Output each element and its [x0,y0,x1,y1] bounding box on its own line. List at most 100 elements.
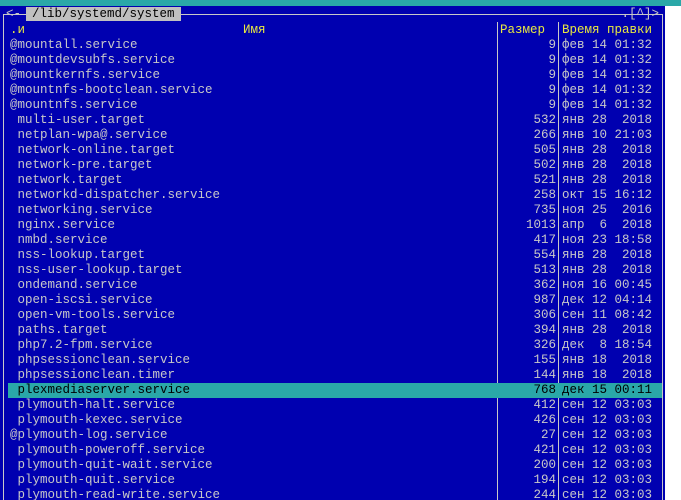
file-size: 502 [533,158,556,172]
file-row[interactable]: nginx.service 1013 апр 6 2018 [8,218,662,233]
file-mtime: ноя 16 00:45 [562,278,653,292]
file-name: network.target [10,173,123,187]
file-row[interactable]: ondemand.service 362 ноя 16 00:45 [8,278,662,293]
file-row[interactable]: network-online.target 505 янв 28 2018 [8,143,662,158]
file-name: ondemand.service [10,278,138,292]
file-row[interactable]: nss-lookup.target 554 янв 28 2018 [8,248,662,263]
file-mtime: сен 12 03:03 [562,398,653,412]
file-size: 155 [533,353,556,367]
file-name: multi-user.target [10,113,146,127]
file-name: @mountnfs.service [10,98,138,112]
file-size: 362 [533,278,556,292]
file-size: 394 [533,323,556,337]
file-row[interactable]: @mountkernfs.service 9 фев 14 01:32 [8,68,662,83]
column-header-name[interactable]: Имя [243,23,266,38]
file-size: 266 [533,128,556,142]
file-mtime: дек 8 18:54 [562,338,653,352]
file-row[interactable]: nss-user-lookup.target 513 янв 28 2018 [8,263,662,278]
file-mtime: сен 12 03:03 [562,458,653,472]
file-size: 513 [533,263,556,277]
file-row[interactable]: @plymouth-log.service 27 сен 12 03:03 [8,428,662,443]
file-name: open-vm-tools.service [10,308,176,322]
file-size: 326 [533,338,556,352]
file-mtime: янв 18 2018 [562,368,653,382]
file-name: network-online.target [10,143,176,157]
file-mtime: сен 12 03:03 [562,488,653,500]
file-size: 532 [533,113,556,127]
file-row[interactable]: paths.target 394 янв 28 2018 [8,323,662,338]
file-row[interactable]: nmbd.service 417 ноя 23 18:58 [8,233,662,248]
sort-indicator[interactable]: .и [10,23,25,38]
file-size: 768 [533,383,556,397]
file-name: open-iscsi.service [10,293,153,307]
file-mtime: фев 14 01:32 [562,98,653,112]
column-header-size[interactable]: Размер [500,23,545,38]
file-row[interactable]: plexmediaserver.service 768 дек 15 00:11 [8,383,662,398]
column-header-mtime[interactable]: Время правки [562,23,652,38]
file-panel[interactable]: <- /lib/systemd/system .[^]> .и Имя Разм… [0,6,665,500]
file-size: 412 [533,398,556,412]
file-row[interactable]: plymouth-halt.service 412 сен 12 03:03 [8,398,662,413]
file-mtime: янв 28 2018 [562,113,653,127]
file-size: 521 [533,173,556,187]
file-size: 735 [533,203,556,217]
file-row[interactable]: php7.2-fpm.service 326 дек 8 18:54 [8,338,662,353]
file-mtime: фев 14 01:32 [562,53,653,67]
file-name: @mountdevsubfs.service [10,53,176,67]
file-name: @mountkernfs.service [10,68,161,82]
file-row[interactable]: network-pre.target 502 янв 28 2018 [8,158,662,173]
file-row[interactable]: plymouth-quit.service 194 сен 12 03:03 [8,473,662,488]
file-mtime: фев 14 01:32 [562,68,653,82]
file-row[interactable]: networkd-dispatcher.service 258 окт 15 16:… [8,188,662,203]
file-row[interactable]: network.target 521 янв 28 2018 [8,173,662,188]
file-size: 258 [533,188,556,202]
file-row[interactable]: plymouth-kexec.service 426 сен 12 03:03 [8,413,662,428]
file-row[interactable]: phpsessionclean.timer 144 янв 18 2018 [8,368,662,383]
file-row[interactable]: @mountnfs.service 9 фев 14 01:32 [8,98,662,113]
file-name: @mountnfs-bootclean.service [10,83,213,97]
file-name: plymouth-poweroff.service [10,443,206,457]
file-row[interactable]: multi-user.target 532 янв 28 2018 [8,113,662,128]
file-row[interactable]: plymouth-read-write.service 244 сен 12 03:… [8,488,662,500]
file-mtime: сен 12 03:03 [562,413,653,427]
file-mtime: янв 28 2018 [562,173,653,187]
file-row[interactable]: networking.service 735 ноя 25 2016 [8,203,662,218]
file-name: phpsessionclean.service [10,353,191,367]
file-size: 1013 [525,218,556,232]
file-row[interactable]: @mountnfs-bootclean.service 9 фев 14 01:32 [8,83,662,98]
file-row[interactable]: @mountdevsubfs.service 9 фев 14 01:32 [8,53,662,68]
file-size: 421 [533,443,556,457]
column-header-row: .и Имя Размер Время правки [8,23,662,38]
file-row[interactable]: open-iscsi.service 987 дек 12 04:14 [8,293,662,308]
file-mtime: дек 12 04:14 [562,293,653,307]
file-mtime: окт 15 16:12 [562,188,653,202]
panel-path[interactable]: /lib/systemd/system [26,7,181,21]
file-mtime: сен 12 03:03 [562,473,653,487]
file-mtime: сен 12 03:03 [562,428,653,442]
file-size: 9 [548,83,556,97]
file-row[interactable]: phpsessionclean.service 155 янв 18 2018 [8,353,662,368]
panel-left-corner[interactable]: <- [6,7,21,21]
file-size: 244 [533,488,556,500]
file-name: plexmediaserver.service [10,383,191,397]
file-name: networking.service [10,203,153,217]
file-size: 9 [548,53,556,67]
file-size: 417 [533,233,556,247]
file-mtime: фев 14 01:32 [562,38,653,52]
file-name: networkd-dispatcher.service [10,188,221,202]
file-row[interactable]: plymouth-quit-wait.service 200 сен 12 03:0… [8,458,662,473]
file-size: 144 [533,368,556,382]
file-name: @plymouth-log.service [10,428,168,442]
file-name: plymouth-quit-wait.service [10,458,213,472]
file-row[interactable]: plymouth-poweroff.service 421 сен 12 03:03 [8,443,662,458]
file-mtime: фев 14 01:32 [562,83,653,97]
panel-history-button[interactable]: .[^]> [621,7,659,21]
file-mtime: янв 28 2018 [562,143,653,157]
file-row[interactable]: netplan-wpa@.service 266 янв 10 21:03 [8,128,662,143]
file-size: 426 [533,413,556,427]
file-size: 306 [533,308,556,322]
file-name: @mountall.service [10,38,138,52]
file-row[interactable]: open-vm-tools.service 306 сен 11 08:42 [8,308,662,323]
file-mtime: сен 11 08:42 [562,308,653,322]
file-row[interactable]: @mountall.service 9 фев 14 01:32 [8,38,662,53]
